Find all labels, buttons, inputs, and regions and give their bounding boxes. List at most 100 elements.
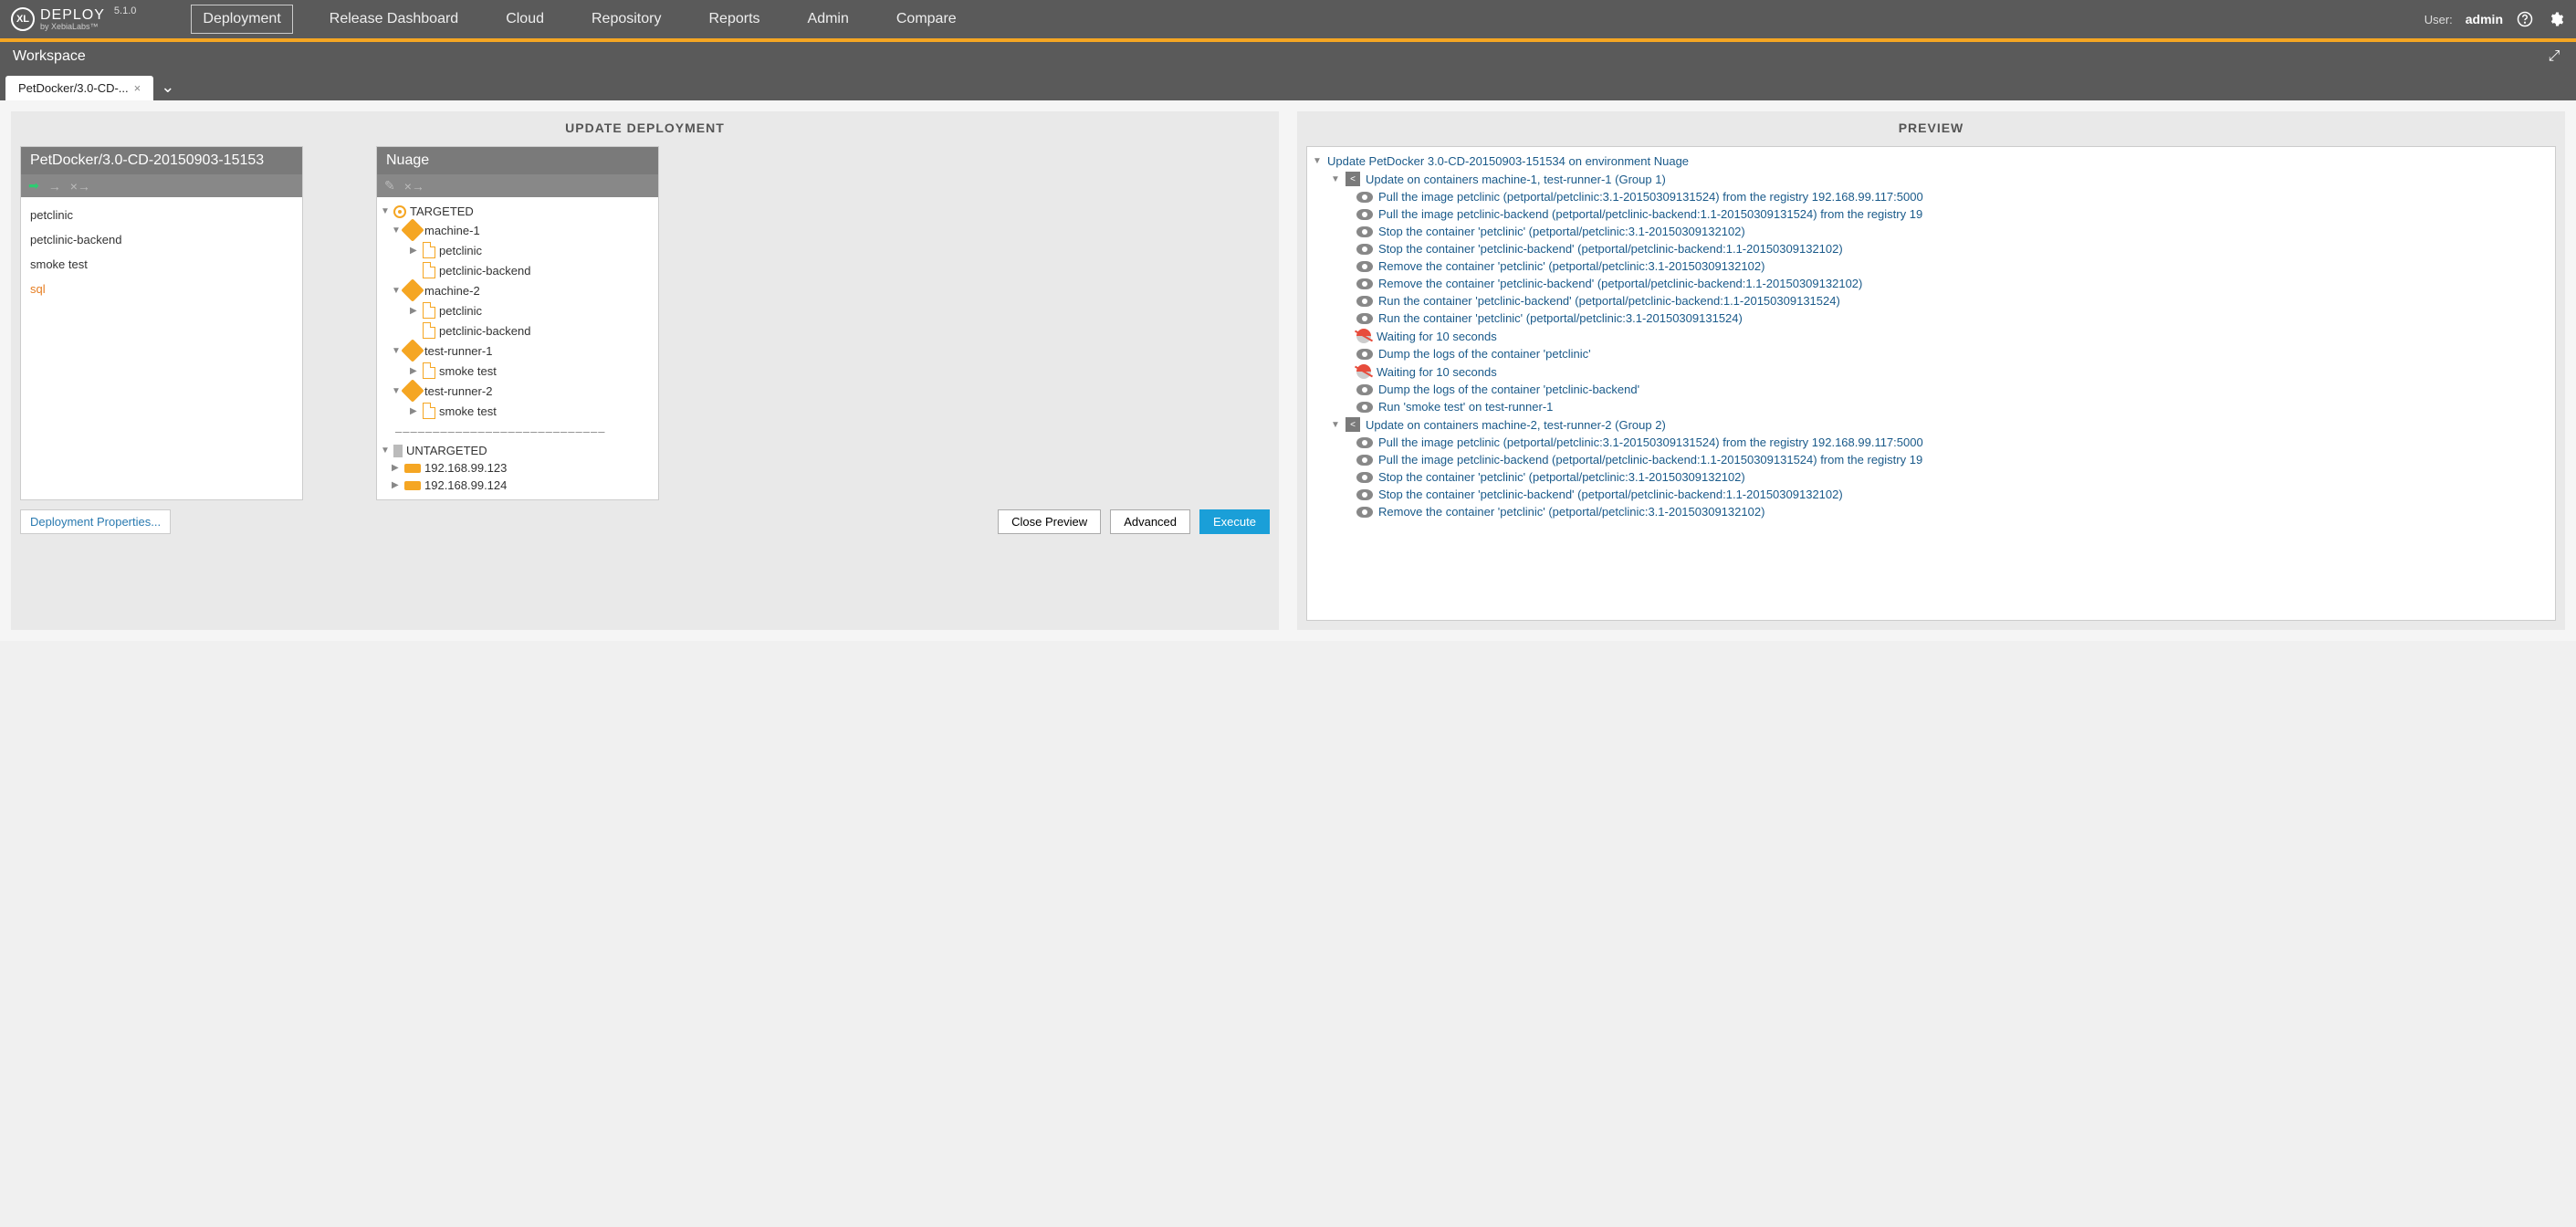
untargeted-icon <box>393 445 403 457</box>
help-icon[interactable] <box>2516 10 2534 28</box>
preview-step-label: Stop the container 'petclinic' (petporta… <box>1378 225 1745 238</box>
preview-step-label: Pull the image petclinic-backend (petpor… <box>1378 207 1922 221</box>
deployed-item[interactable]: smoke test <box>439 364 497 378</box>
preview-step[interactable]: Pull the image petclinic-backend (petpor… <box>1313 205 2550 223</box>
tree-toggle-icon[interactable]: ▼ <box>1331 174 1340 184</box>
deployed-item[interactable]: smoke test <box>439 404 497 418</box>
machine-name[interactable]: machine-2 <box>424 284 480 298</box>
collapse-icon[interactable]: ⤢ <box>2545 47 2563 66</box>
tree-toggle-icon[interactable]: ▶ <box>392 480 401 490</box>
execute-button[interactable]: Execute <box>1199 509 1270 534</box>
preview-step[interactable]: Run the container 'petclinic' (petportal… <box>1313 309 2550 327</box>
machine-name[interactable]: test-runner-1 <box>424 344 492 358</box>
arrow-icon[interactable]: → <box>48 179 61 194</box>
nav-admin[interactable]: Admin <box>797 5 860 33</box>
preview-step[interactable]: Waiting for 10 seconds <box>1313 362 2550 381</box>
tree-toggle-icon[interactable]: ▼ <box>381 206 390 216</box>
package-item[interactable]: petclinic <box>21 203 302 227</box>
nav-release-dashboard[interactable]: Release Dashboard <box>319 5 469 33</box>
preview-step[interactable]: ▼Update PetDocker 3.0-CD-20150903-151534… <box>1313 152 2550 170</box>
preview-title: PREVIEW <box>1306 121 2556 135</box>
tree-toggle-icon[interactable]: ▼ <box>392 346 401 356</box>
nav-cloud[interactable]: Cloud <box>495 5 555 33</box>
preview-step[interactable]: Pull the image petclinic (petportal/petc… <box>1313 434 2550 451</box>
machine-name[interactable]: machine-1 <box>424 224 480 237</box>
package-item[interactable]: petclinic-backend <box>21 227 302 252</box>
eye-icon <box>1356 192 1373 203</box>
preview-step-label: Pull the image petclinic-backend (petpor… <box>1378 453 1922 467</box>
tree-toggle-icon[interactable]: ▼ <box>392 286 401 296</box>
deployed-item[interactable]: petclinic <box>439 244 482 257</box>
preview-step[interactable]: Waiting for 10 seconds <box>1313 327 2550 345</box>
machine-name[interactable]: test-runner-2 <box>424 384 492 398</box>
preview-step[interactable]: Run the container 'petclinic-backend' (p… <box>1313 292 2550 309</box>
preview-step[interactable]: Remove the container 'petclinic-backend'… <box>1313 275 2550 292</box>
tree-toggle-icon[interactable]: ▶ <box>410 406 419 416</box>
deploy-arrow-icon[interactable]: ➡ <box>28 178 39 194</box>
tree-toggle-icon[interactable]: ▼ <box>381 446 390 456</box>
preview-step[interactable]: Dump the logs of the container 'petclini… <box>1313 345 2550 362</box>
machine-icon <box>401 379 424 402</box>
tree-toggle-icon[interactable]: ▼ <box>1313 156 1322 166</box>
tree-toggle-icon[interactable]: ▼ <box>392 386 401 396</box>
host-name[interactable]: 192.168.99.123 <box>424 461 507 475</box>
tree-toggle-icon[interactable]: ▼ <box>392 225 401 236</box>
preview-step[interactable]: Remove the container 'petclinic' (petpor… <box>1313 503 2550 520</box>
eye-icon <box>1356 349 1373 360</box>
version-label: 5.1.0 <box>114 5 136 16</box>
host-name[interactable]: 192.168.99.124 <box>424 478 507 492</box>
settings-icon[interactable] <box>2547 10 2565 28</box>
remove-arrow-icon[interactable]: ×→ <box>404 179 424 194</box>
advanced-button[interactable]: Advanced <box>1110 509 1190 534</box>
targeted-label: TARGETED <box>410 204 474 218</box>
preview-step-label: Stop the container 'petclinic-backend' (… <box>1378 242 1843 256</box>
file-icon <box>423 262 435 278</box>
tree-toggle-icon[interactable]: ▶ <box>410 246 419 256</box>
eye-icon <box>1356 244 1373 255</box>
preview-step[interactable]: Stop the container 'petclinic-backend' (… <box>1313 486 2550 503</box>
main-nav: Deployment Release Dashboard Cloud Repos… <box>191 5 967 34</box>
close-preview-button[interactable]: Close Preview <box>998 509 1101 534</box>
eye-icon <box>1356 472 1373 483</box>
package-item[interactable]: smoke test <box>21 252 302 277</box>
tree-toggle-icon[interactable]: ▶ <box>410 306 419 316</box>
machine-icon <box>401 278 424 301</box>
preview-step[interactable]: Stop the container 'petclinic' (petporta… <box>1313 223 2550 240</box>
preview-step[interactable]: Stop the container 'petclinic-backend' (… <box>1313 240 2550 257</box>
nav-deployment[interactable]: Deployment <box>191 5 292 34</box>
eye-icon <box>1356 261 1373 272</box>
workspace-bar: Workspace ⤢ <box>0 42 2576 71</box>
package-card: PetDocker/3.0-CD-20150903-15153 ➡ → ×→ p… <box>20 146 303 500</box>
target-icon <box>393 205 406 218</box>
deployed-item[interactable]: petclinic-backend <box>439 324 530 338</box>
nav-repository[interactable]: Repository <box>581 5 672 33</box>
package-item[interactable]: sql <box>21 277 302 301</box>
preview-step-label: Update on containers machine-1, test-run… <box>1366 173 1666 186</box>
preview-step[interactable]: Run 'smoke test' on test-runner-1 <box>1313 398 2550 415</box>
edit-icon[interactable]: ✎ <box>384 178 395 194</box>
deployed-item[interactable]: petclinic-backend <box>439 264 530 278</box>
close-tab-icon[interactable]: × <box>134 81 141 95</box>
tree-toggle-icon[interactable]: ▶ <box>410 366 419 376</box>
remove-arrow-icon[interactable]: ×→ <box>70 179 90 194</box>
preview-step[interactable]: ▼<Update on containers machine-1, test-r… <box>1313 170 2550 188</box>
preview-step[interactable]: Pull the image petclinic (petportal/petc… <box>1313 188 2550 205</box>
nav-compare[interactable]: Compare <box>885 5 968 33</box>
tab-menu-icon[interactable]: ⌄ <box>161 78 174 97</box>
group-icon: < <box>1346 417 1360 432</box>
tabs-row: PetDocker/3.0-CD-... × ⌄ <box>0 71 2576 100</box>
preview-step[interactable]: Remove the container 'petclinic' (petpor… <box>1313 257 2550 275</box>
preview-step[interactable]: Pull the image petclinic-backend (petpor… <box>1313 451 2550 468</box>
nav-reports[interactable]: Reports <box>697 5 770 33</box>
deployment-properties-button[interactable]: Deployment Properties... <box>20 509 171 534</box>
preview-step-label: Pull the image petclinic (petportal/petc… <box>1378 435 1923 449</box>
workspace-tab[interactable]: PetDocker/3.0-CD-... × <box>5 76 153 100</box>
preview-step[interactable]: ▼<Update on containers machine-2, test-r… <box>1313 415 2550 434</box>
preview-step[interactable]: Dump the logs of the container 'petclini… <box>1313 381 2550 398</box>
tree-toggle-icon[interactable]: ▼ <box>1331 420 1340 430</box>
file-icon <box>423 302 435 319</box>
preview-step[interactable]: Stop the container 'petclinic' (petporta… <box>1313 468 2550 486</box>
tree-toggle-icon[interactable]: ▶ <box>392 463 401 473</box>
deployed-item[interactable]: petclinic <box>439 304 482 318</box>
eye-icon <box>1356 296 1373 307</box>
